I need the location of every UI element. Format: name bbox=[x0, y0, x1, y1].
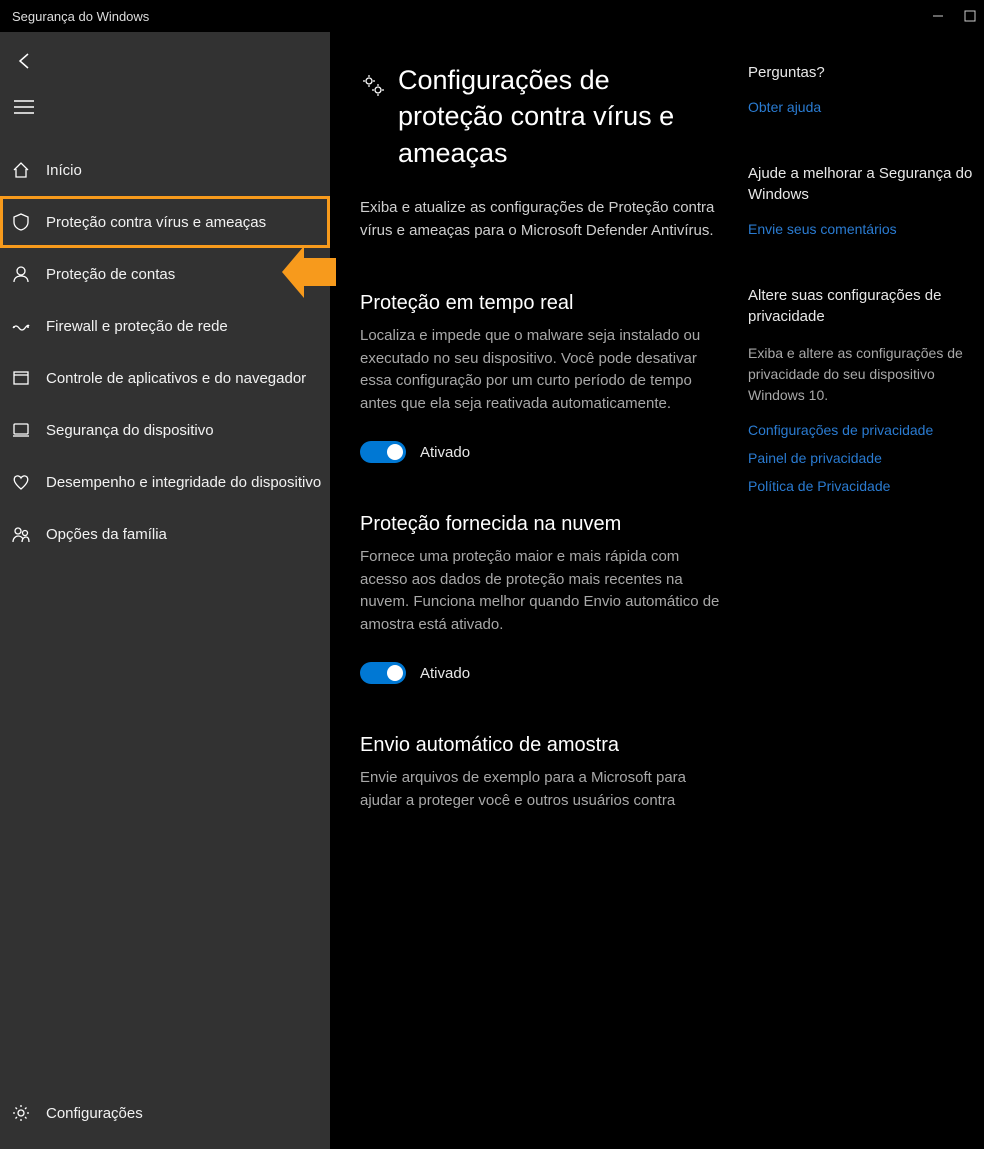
section-heading-sample: Envio automático de amostra bbox=[360, 734, 720, 757]
link-privacy-policy[interactable]: Política de Privacidade bbox=[748, 478, 978, 494]
section-desc-sample: Envie arquivos de exemplo para a Microso… bbox=[360, 767, 720, 812]
section-desc-realtime: Localiza e impede que o malware seja ins… bbox=[360, 325, 720, 415]
home-icon bbox=[10, 159, 32, 181]
window-controls bbox=[932, 10, 976, 22]
link-send-feedback[interactable]: Envie seus comentários bbox=[748, 221, 978, 237]
aside-heading-questions: Perguntas? bbox=[748, 62, 978, 83]
sidebar-item-label: Início bbox=[46, 162, 82, 179]
toggle-cloud-state: Ativado bbox=[420, 665, 470, 682]
sidebar-item-label: Segurança do dispositivo bbox=[46, 422, 214, 439]
sidebar-item-label: Proteção contra vírus e ameaças bbox=[46, 214, 266, 231]
aside-desc-privacy: Exiba e altere as configurações de priva… bbox=[748, 343, 978, 406]
toggle-cloud[interactable] bbox=[360, 662, 406, 684]
section-heading-realtime: Proteção em tempo real bbox=[360, 292, 720, 315]
content-area: Configurações de proteção contra vírus e… bbox=[330, 32, 984, 1149]
gear-icon bbox=[10, 1102, 32, 1124]
section-heading-cloud: Proteção fornecida na nuvem bbox=[360, 513, 720, 536]
section-desc-cloud: Fornece uma proteção maior e mais rápida… bbox=[360, 546, 720, 636]
page-lead: Exiba e atualize as configurações de Pro… bbox=[360, 197, 720, 242]
sidebar-item-device-health[interactable]: Desempenho e integridade do dispositivo bbox=[0, 456, 330, 508]
maximize-button[interactable] bbox=[964, 10, 976, 22]
sidebar-item-label: Firewall e proteção de rede bbox=[46, 318, 228, 335]
person-icon bbox=[10, 263, 32, 285]
app-icon bbox=[10, 367, 32, 389]
link-privacy-dashboard[interactable]: Painel de privacidade bbox=[748, 450, 978, 466]
link-get-help[interactable]: Obter ajuda bbox=[748, 99, 978, 115]
titlebar: Segurança do Windows bbox=[0, 0, 984, 32]
network-icon bbox=[10, 315, 32, 337]
sidebar-item-virus-protection[interactable]: Proteção contra vírus e ameaças bbox=[0, 196, 330, 248]
window-title: Segurança do Windows bbox=[12, 9, 149, 24]
sidebar-item-app-control[interactable]: Controle de aplicativos e do navegador bbox=[0, 352, 330, 404]
sidebar-item-home[interactable]: Início bbox=[0, 144, 330, 196]
hamburger-button[interactable] bbox=[0, 84, 330, 130]
aside-heading-privacy: Altere suas configurações de privacidade bbox=[748, 285, 978, 327]
shield-icon bbox=[10, 211, 32, 233]
aside-heading-improve: Ajude a melhorar a Segurança do Windows bbox=[748, 163, 978, 205]
sidebar-item-label: Controle de aplicativos e do navegador bbox=[46, 370, 306, 387]
sidebar-item-label: Proteção de contas bbox=[46, 266, 175, 283]
device-icon bbox=[10, 419, 32, 441]
sidebar-item-label: Configurações bbox=[46, 1105, 143, 1122]
sidebar-item-label: Opções da família bbox=[46, 526, 167, 543]
sidebar: Início Proteção contra vírus e ameaças P… bbox=[0, 32, 330, 1149]
heart-icon bbox=[10, 471, 32, 493]
sidebar-item-device-security[interactable]: Segurança do dispositivo bbox=[0, 404, 330, 456]
settings-gear-icon bbox=[360, 72, 386, 98]
sidebar-item-label: Desempenho e integridade do dispositivo bbox=[46, 474, 321, 491]
page-title: Configurações de proteção contra vírus e… bbox=[398, 62, 720, 171]
family-icon bbox=[10, 523, 32, 545]
sidebar-item-firewall[interactable]: Firewall e proteção de rede bbox=[0, 300, 330, 352]
sidebar-item-settings[interactable]: Configurações bbox=[0, 1087, 330, 1139]
sidebar-item-account-protection[interactable]: Proteção de contas bbox=[0, 248, 330, 300]
toggle-realtime[interactable] bbox=[360, 441, 406, 463]
back-button[interactable] bbox=[0, 38, 330, 84]
toggle-realtime-state: Ativado bbox=[420, 444, 470, 461]
link-privacy-settings[interactable]: Configurações de privacidade bbox=[748, 422, 978, 438]
sidebar-item-family[interactable]: Opções da família bbox=[0, 508, 330, 560]
minimize-button[interactable] bbox=[932, 10, 944, 22]
